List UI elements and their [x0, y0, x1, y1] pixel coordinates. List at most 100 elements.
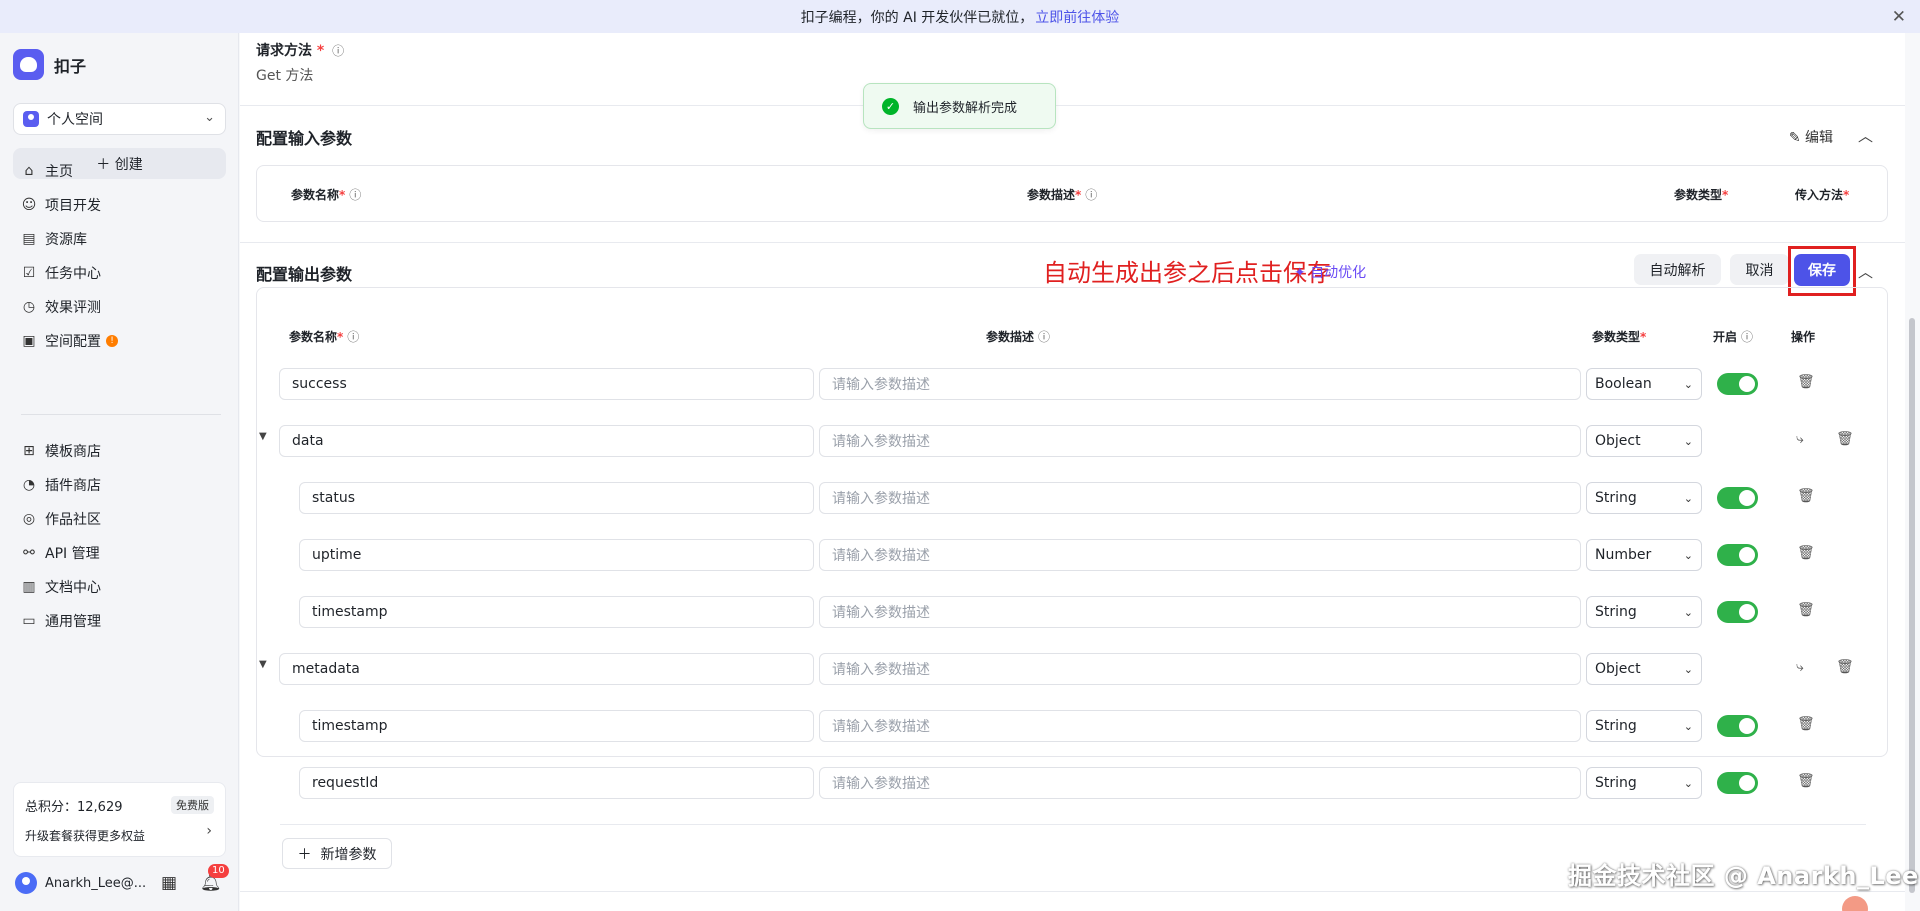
delete-icon[interactable]: 🗑︎	[1797, 716, 1815, 732]
avatar	[15, 872, 37, 894]
sidebar-item-projects[interactable]: ☺ 项目开发	[13, 188, 226, 222]
expand-caret-icon[interactable]: ▼	[259, 659, 267, 670]
enable-toggle[interactable]	[1717, 544, 1758, 566]
param-name-input[interactable]: metadata	[279, 653, 814, 685]
brand-name: 扣子	[54, 56, 87, 76]
enable-toggle[interactable]	[1717, 601, 1758, 623]
edit-button[interactable]: ✎ 编辑	[1789, 127, 1833, 147]
param-type-select[interactable]: String ⌄	[1586, 710, 1702, 742]
param-desc-input[interactable]: 请输入参数描述	[819, 596, 1581, 628]
param-type-select[interactable]: Number ⌄	[1586, 539, 1702, 571]
apps-icon[interactable]: ▦	[161, 873, 177, 893]
username: Anarkh_Lee@...	[45, 875, 147, 891]
sidebar-item-tasks[interactable]: ☑ 任务中心	[13, 256, 226, 290]
collapse-input-icon[interactable]: ︿	[1858, 125, 1873, 146]
toast-message: 输出参数解析完成	[913, 100, 1018, 116]
sidebar-item-templates[interactable]: ⊞ 模板商店	[13, 434, 226, 468]
enable-toggle[interactable]	[1717, 487, 1758, 509]
sidebar-item-home[interactable]: ⌂ 主页	[13, 154, 226, 188]
param-type-select[interactable]: String ⌄	[1586, 596, 1702, 628]
scrollbar[interactable]	[1909, 318, 1915, 893]
param-desc-input[interactable]: 请输入参数描述	[819, 368, 1581, 400]
banner-text: 扣子编程，你的 AI 开发伙伴已就位，	[800, 9, 1034, 26]
param-name-input[interactable]: status	[299, 482, 814, 514]
sidebar-item-community[interactable]: ◎ 作品社区	[13, 502, 226, 536]
evaluation-icon: ◷	[22, 299, 36, 315]
plan-badge: 免费版	[171, 796, 214, 814]
cancel-button[interactable]: 取消	[1730, 254, 1789, 285]
chevron-down-icon: ⌄	[1683, 548, 1693, 562]
user-profile[interactable]: Anarkh_Lee@...	[15, 872, 146, 894]
info-icon: ⓘ	[1741, 330, 1754, 344]
inbox-icon: ▭	[22, 613, 36, 629]
add-child-icon[interactable]: ⤷	[1796, 431, 1804, 447]
auto-parse-button[interactable]: 自动解析	[1634, 254, 1721, 285]
chevron-down-icon: ⌄	[1683, 662, 1693, 676]
chevron-down-icon: ⌄	[204, 110, 215, 125]
param-name-input[interactable]: requestId	[299, 767, 814, 799]
enable-toggle[interactable]	[1717, 772, 1758, 794]
col-header-desc: 参数描述 ⓘ	[986, 330, 1051, 344]
col-header-name: 参数名称* ⓘ	[289, 330, 360, 344]
delete-icon[interactable]: 🗑︎	[1797, 374, 1815, 390]
points-card[interactable]: 总积分：12,629 免费版 升级套餐获得更多权益 ›	[13, 782, 226, 857]
sidebar: 扣子 个人空间 ⌄ ＋ 创建 ⌂ 主页 ☺ 项目开发 ▤ 资源库 ☑ 任务中心 ◷ 效果评…	[0, 33, 239, 911]
main-nav: ⌂ 主页 ☺ 项目开发 ▤ 资源库 ☑ 任务中心 ◷ 效果评测 ▣ 空间配置!	[13, 154, 226, 358]
info-icon: ⓘ	[1038, 330, 1051, 344]
param-type-select[interactable]: String ⌄	[1586, 767, 1702, 799]
delete-icon[interactable]: 🗑︎	[1797, 602, 1815, 618]
sidebar-item-label: 作品社区	[45, 512, 101, 528]
settings-folder-icon: ▣	[22, 333, 36, 349]
param-desc-input[interactable]: 请输入参数描述	[819, 653, 1581, 685]
delete-icon[interactable]: 🗑︎	[1797, 488, 1815, 504]
sidebar-item-plugins[interactable]: ◔ 插件商店	[13, 468, 226, 502]
info-icon[interactable]: ⓘ	[332, 44, 344, 58]
param-name-input[interactable]: uptime	[299, 539, 814, 571]
alert-badge: !	[106, 335, 118, 347]
param-type-select[interactable]: Boolean ⌄	[1586, 368, 1702, 400]
delete-icon[interactable]: 🗑︎	[1797, 773, 1815, 789]
param-desc-input[interactable]: 请输入参数描述	[819, 710, 1581, 742]
param-desc-input[interactable]: 请输入参数描述	[819, 425, 1581, 457]
add-param-button[interactable]: ＋ 新增参数	[282, 838, 392, 869]
close-icon[interactable]: ✕	[1892, 7, 1906, 27]
project-icon: ☺	[21, 197, 37, 213]
sidebar-item-general[interactable]: ▭ 通用管理	[13, 604, 226, 638]
sidebar-item-label: 效果评测	[45, 300, 101, 316]
chevron-down-icon: ⌄	[1683, 776, 1693, 790]
brand[interactable]: 扣子	[13, 49, 86, 80]
param-type-select[interactable]: Object ⌄	[1586, 425, 1702, 457]
param-name-input[interactable]: success	[279, 368, 814, 400]
param-name-input[interactable]: timestamp	[299, 710, 814, 742]
upgrade-link[interactable]: 升级套餐获得更多权益	[25, 827, 145, 844]
param-name-input[interactable]: data	[279, 425, 814, 457]
sidebar-item-evaluation[interactable]: ◷ 效果评测	[13, 290, 226, 324]
enable-toggle[interactable]	[1717, 373, 1758, 395]
param-desc-input[interactable]: 请输入参数描述	[819, 539, 1581, 571]
sidebar-item-space-settings[interactable]: ▣ 空间配置!	[13, 324, 226, 358]
auto-optimize-button[interactable]: ✦ 自动优化	[1294, 262, 1366, 282]
param-type-select[interactable]: Object ⌄	[1586, 653, 1702, 685]
delete-icon[interactable]: 🗑︎	[1836, 431, 1854, 447]
param-name-input[interactable]: timestamp	[299, 596, 814, 628]
sidebar-item-docs[interactable]: ▥ 文档中心	[13, 570, 226, 604]
sidebar-item-library[interactable]: ▤ 资源库	[13, 222, 226, 256]
collapse-output-icon[interactable]: ︿	[1858, 261, 1873, 282]
add-child-icon[interactable]: ⤷	[1796, 659, 1804, 675]
plugin-icon: ◔	[22, 477, 36, 493]
param-desc-input[interactable]: 请输入参数描述	[819, 767, 1581, 799]
sidebar-item-api[interactable]: ⚯ API 管理	[13, 536, 226, 570]
input-params-title: 配置输入参数	[256, 129, 353, 148]
param-type-select[interactable]: String ⌄	[1586, 482, 1702, 514]
space-name: 个人空间	[47, 112, 103, 128]
banner-link[interactable]: 立即前往体验	[1035, 7, 1119, 27]
save-button[interactable]: 保存	[1794, 254, 1850, 286]
space-selector[interactable]: 个人空间 ⌄	[13, 103, 226, 135]
delete-icon[interactable]: 🗑︎	[1836, 659, 1854, 675]
bell-icon[interactable]: 🔔︎ 10	[200, 864, 229, 893]
expand-caret-icon[interactable]: ▼	[259, 431, 267, 442]
chevron-down-icon: ⌄	[1683, 434, 1693, 448]
delete-icon[interactable]: 🗑︎	[1797, 545, 1815, 561]
param-desc-input[interactable]: 请输入参数描述	[819, 482, 1581, 514]
enable-toggle[interactable]	[1717, 715, 1758, 737]
